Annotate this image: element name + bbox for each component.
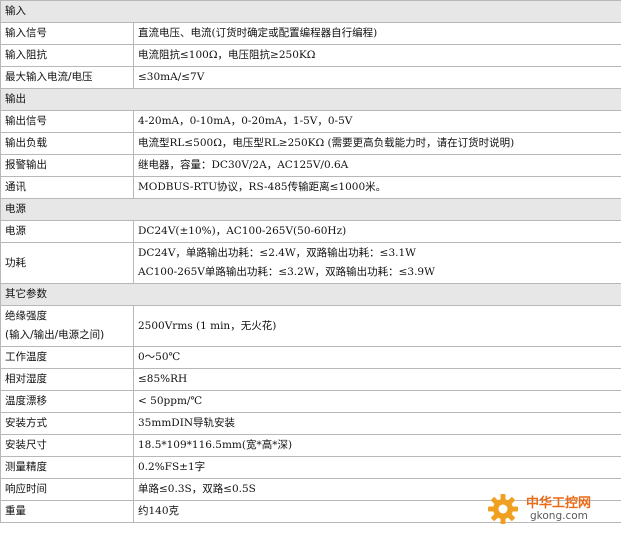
spec-value: 0.2%FS±1字 [133,456,621,479]
table-row: 电源 DC24V(±10%)，AC100-265V(50-60Hz) [0,220,621,243]
spec-value-line: DC24V，单路输出功耗：≤2.4W，双路输出功耗：≤3.1W [138,247,416,259]
table-row: 报警输出 继电器，容量：DC30V/2A，AC125V/0.6A [0,154,621,177]
spec-label: 温度漂移 [0,390,134,413]
table-row: 功耗 DC24V，单路输出功耗：≤2.4W，双路输出功耗：≤3.1W AC100… [0,242,621,284]
spec-label: 重量 [0,500,134,523]
spec-value: 直流电压、电流(订货时确定或配置编程器自行编程) [133,22,621,45]
section-title: 输入 [0,0,621,23]
spec-label: 输入信号 [0,22,134,45]
table-row: 安装尺寸 18.5*109*116.5mm(宽*高*深) [0,434,621,457]
section-header-output: 输出 [0,88,621,111]
table-row: 工作温度 0～50℃ [0,346,621,369]
spec-value: < 50ppm/℃ [133,390,621,413]
section-title: 输出 [0,88,621,111]
spec-label: 相对湿度 [0,368,134,391]
spec-label: 输出负载 [0,132,134,155]
spec-label: 绝缘强度 [5,310,47,322]
table-row: 最大输入电流/电压 ≤30mA/≤7V [0,66,621,89]
spec-value: DC24V(±10%)，AC100-265V(50-60Hz) [133,220,621,243]
spec-value: ≤30mA/≤7V [133,66,621,89]
spec-value: 4-20mA，0-10mA，0-20mA，1-5V，0-5V [133,110,621,133]
spec-value: 35mmDIN导轨安装 [133,412,621,435]
spec-value: 18.5*109*116.5mm(宽*高*深) [133,434,621,457]
spec-label: 报警输出 [0,154,134,177]
spec-label: 工作温度 [0,346,134,369]
watermark-title: 中华工控网 [526,496,592,511]
table-row: 测量精度 0.2%FS±1字 [0,456,621,479]
table-row: 绝缘强度 (输入/输出/电源之间) 2500Vrms (1 min，无火花) [0,305,621,347]
spec-value-line: AC100-265V单路输出功耗：≤3.2W，双路输出功耗：≤3.9W [138,266,435,278]
spec-value: ≤85%RH [133,368,621,391]
spec-value: 电流型RL≤500Ω，电压型RL≥250KΩ (需要更高负载能力时，请在订货时说… [133,132,621,155]
spec-label-note: (输入/输出/电源之间) [5,329,105,341]
table-row: 输出负载 电流型RL≤500Ω，电压型RL≥250KΩ (需要更高负载能力时，请… [0,132,621,155]
spec-label: 输出信号 [0,110,134,133]
watermark-domain: gkong.com [530,510,588,522]
spec-label: 电源 [0,220,134,243]
watermark-logo: 中华工控网 gkong.com [486,490,614,530]
spec-value-multiline: DC24V，单路输出功耗：≤2.4W，双路输出功耗：≤3.1W AC100-26… [133,242,621,284]
gear-icon [488,494,518,524]
table-row: 输出信号 4-20mA，0-10mA，0-20mA，1-5V，0-5V [0,110,621,133]
spec-value: 2500Vrms (1 min，无火花) [133,305,621,347]
spec-value: MODBUS-RTU协议，RS-485传输距离≤1000米。 [133,176,621,199]
table-row: 温度漂移 < 50ppm/℃ [0,390,621,413]
table-row: 输入信号 直流电压、电流(订货时确定或配置编程器自行编程) [0,22,621,45]
spec-label: 输入阻抗 [0,44,134,67]
spec-label-multiline: 绝缘强度 (输入/输出/电源之间) [0,305,134,347]
spec-label: 最大输入电流/电压 [0,66,134,89]
section-header-other: 其它参数 [0,283,621,306]
spec-label: 测量精度 [0,456,134,479]
spec-label: 响应时间 [0,478,134,501]
table-row: 通讯 MODBUS-RTU协议，RS-485传输距离≤1000米。 [0,176,621,199]
spec-value: 继电器，容量：DC30V/2A，AC125V/0.6A [133,154,621,177]
table-row: 相对湿度 ≤85%RH [0,368,621,391]
table-row: 输入阻抗 电流阻抗≤100Ω，电压阻抗≥250KΩ [0,44,621,67]
spec-label: 安装方式 [0,412,134,435]
spec-label: 通讯 [0,176,134,199]
section-header-input: 输入 [0,0,621,23]
spec-value: 0～50℃ [133,346,621,369]
section-title: 电源 [0,198,621,221]
section-title: 其它参数 [0,283,621,306]
spec-value: 电流阻抗≤100Ω，电压阻抗≥250KΩ [133,44,621,67]
spec-label: 功耗 [0,242,134,284]
spec-table: 输入 输入信号 直流电压、电流(订货时确定或配置编程器自行编程) 输入阻抗 电流… [0,0,621,523]
section-header-power: 电源 [0,198,621,221]
table-row: 安装方式 35mmDIN导轨安装 [0,412,621,435]
spec-label: 安装尺寸 [0,434,134,457]
